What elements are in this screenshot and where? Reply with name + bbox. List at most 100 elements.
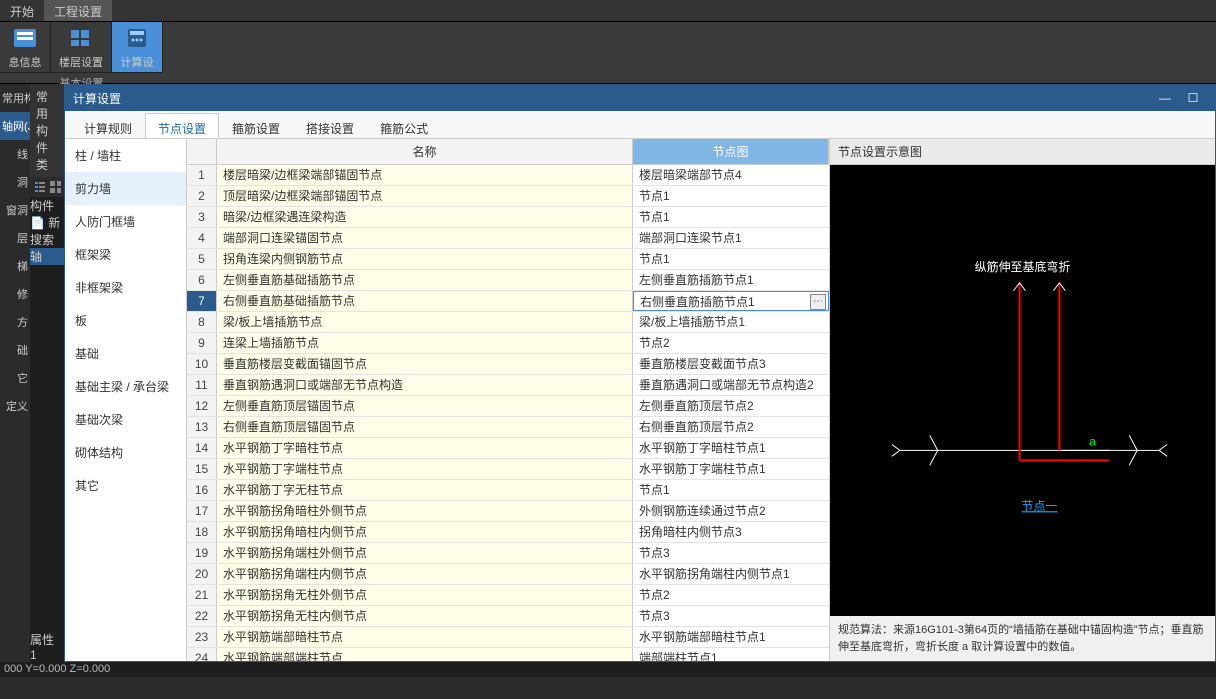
leftnav-item[interactable]: 础 bbox=[0, 336, 30, 364]
tab-calc-rules[interactable]: 计算规则 bbox=[71, 113, 145, 138]
table-row[interactable]: 1楼层暗梁/边框梁端部锚固节点楼层暗梁端部节点4 bbox=[187, 165, 829, 186]
cell-node[interactable]: 端部端柱节点1 bbox=[633, 648, 829, 661]
ribbon-tab-start[interactable]: 开始 bbox=[0, 0, 44, 21]
grid-icon[interactable] bbox=[49, 180, 61, 194]
list-icon[interactable] bbox=[33, 180, 45, 194]
category-item[interactable]: 剪力墙 bbox=[65, 172, 186, 205]
table-row[interactable]: 2顶层暗梁/边框梁端部锚固节点节点1 bbox=[187, 186, 829, 207]
category-item[interactable]: 非框架梁 bbox=[65, 271, 186, 304]
panel-new[interactable]: 📄 新 bbox=[30, 214, 64, 231]
category-item[interactable]: 其它 bbox=[65, 469, 186, 502]
table-row[interactable]: 3暗梁/边框梁遇连梁构造节点1 bbox=[187, 207, 829, 228]
table-row[interactable]: 23水平钢筋端部暗柱节点水平钢筋端部暗柱节点1 bbox=[187, 627, 829, 648]
cell-name: 水平钢筋拐角端柱外侧节点 bbox=[217, 543, 633, 563]
cell-node[interactable]: 梁/板上墙插筋节点1 bbox=[633, 312, 829, 332]
leftnav-item[interactable]: 修 bbox=[0, 280, 30, 308]
cell-node[interactable]: 节点1 bbox=[633, 249, 829, 269]
minimize-button[interactable]: — bbox=[1151, 91, 1179, 105]
table-row[interactable]: 17水平钢筋拐角暗柱外侧节点外侧钢筋连续通过节点2 bbox=[187, 501, 829, 522]
cell-node[interactable]: 右侧垂直筋顶层节点2 bbox=[633, 417, 829, 437]
panel-props[interactable]: 属性 bbox=[30, 631, 64, 648]
table-row[interactable]: 15水平钢筋丁字端柱节点水平钢筋丁字端柱节点1 bbox=[187, 459, 829, 480]
table-row[interactable]: 11垂直钢筋遇洞口或端部无节点构造垂直筋遇洞口或端部无节点构造2 bbox=[187, 375, 829, 396]
table-row[interactable]: 13右侧垂直筋顶层锚固节点右侧垂直筋顶层节点2 bbox=[187, 417, 829, 438]
panel-one[interactable]: 1 bbox=[30, 648, 64, 662]
cell-node[interactable]: 水平钢筋端部暗柱节点1 bbox=[633, 627, 829, 647]
table-row[interactable]: 10垂直筋楼层变截面锚固节点垂直筋楼层变截面节点3 bbox=[187, 354, 829, 375]
leftnav-item-selected[interactable]: 轴网(J) bbox=[0, 112, 30, 140]
leftnav-item[interactable]: 常用构件类型 bbox=[0, 84, 30, 112]
table-row[interactable]: 16水平钢筋丁字无柱节点节点1 bbox=[187, 480, 829, 501]
category-item[interactable]: 柱 / 墙柱 bbox=[65, 139, 186, 172]
category-item[interactable]: 基础次梁 bbox=[65, 403, 186, 436]
table-row[interactable]: 7右侧垂直筋基础插筋节点右侧垂直筋插筋节点1⋯ bbox=[187, 291, 829, 312]
table-row[interactable]: 6左侧垂直筋基础插筋节点左侧垂直筋插筋节点1 bbox=[187, 270, 829, 291]
cell-node[interactable]: 垂直筋遇洞口或端部无节点构造2 bbox=[633, 375, 829, 395]
panel-axis[interactable]: 轴 bbox=[30, 248, 64, 265]
cell-node[interactable]: 左侧垂直筋插筋节点1 bbox=[633, 270, 829, 290]
cell-node[interactable]: 外侧钢筋连续通过节点2 bbox=[633, 501, 829, 521]
category-item[interactable]: 板 bbox=[65, 304, 186, 337]
panel-members[interactable]: 构件 bbox=[30, 197, 64, 214]
table-row[interactable]: 12左侧垂直筋顶层锚固节点左侧垂直筋顶层节点2 bbox=[187, 396, 829, 417]
dialog-tabs: 计算规则 节点设置 箍筋设置 搭接设置 箍筋公式 bbox=[65, 111, 1215, 139]
tab-stirrup-settings[interactable]: 箍筋设置 bbox=[219, 113, 293, 138]
leftnav-item[interactable]: 层 bbox=[0, 224, 30, 252]
table-row[interactable]: 19水平钢筋拐角端柱外侧节点节点3 bbox=[187, 543, 829, 564]
table-row[interactable]: 9连梁上墙插筋节点节点2 bbox=[187, 333, 829, 354]
tab-stirrup-formula[interactable]: 箍筋公式 bbox=[367, 113, 441, 138]
preview-title: 节点设置示意图 bbox=[830, 139, 1215, 165]
leftnav-item[interactable]: 窗洞 bbox=[0, 196, 30, 224]
ribbon-btn-info[interactable]: 息信息 bbox=[0, 22, 51, 72]
table-row[interactable]: 22水平钢筋拐角无柱内侧节点节点3 bbox=[187, 606, 829, 627]
table-row[interactable]: 20水平钢筋拐角端柱内侧节点水平钢筋拐角端柱内侧节点1 bbox=[187, 564, 829, 585]
category-item[interactable]: 基础 bbox=[65, 337, 186, 370]
table-row[interactable]: 8梁/板上墙插筋节点梁/板上墙插筋节点1 bbox=[187, 312, 829, 333]
leftnav-item[interactable]: 它 bbox=[0, 364, 30, 392]
cell-node[interactable]: 节点2 bbox=[633, 333, 829, 353]
maximize-button[interactable]: ☐ bbox=[1179, 91, 1207, 105]
cell-node[interactable]: 拐角暗柱内侧节点3 bbox=[633, 522, 829, 542]
tab-node-settings[interactable]: 节点设置 bbox=[145, 113, 219, 138]
grid-body[interactable]: 1楼层暗梁/边框梁端部锚固节点楼层暗梁端部节点42顶层暗梁/边框梁端部锚固节点节… bbox=[187, 165, 829, 661]
calc-settings-dialog: 计算设置 — ☐ 计算规则 节点设置 箍筋设置 搭接设置 箍筋公式 柱 / 墙柱… bbox=[64, 84, 1216, 662]
cell-node[interactable]: 节点1 bbox=[633, 186, 829, 206]
category-item[interactable]: 砌体结构 bbox=[65, 436, 186, 469]
row-number: 7 bbox=[187, 291, 217, 311]
cell-node[interactable]: 节点2 bbox=[633, 585, 829, 605]
leftnav-item[interactable]: 方 bbox=[0, 308, 30, 336]
tab-lap-settings[interactable]: 搭接设置 bbox=[293, 113, 367, 138]
leftnav-item[interactable]: 定义 bbox=[0, 392, 30, 420]
cell-node[interactable]: 楼层暗梁端部节点4 bbox=[633, 165, 829, 185]
cell-node[interactable]: 节点3 bbox=[633, 543, 829, 563]
cell-node[interactable]: 节点1 bbox=[633, 480, 829, 500]
cell-node[interactable]: 水平钢筋丁字端柱节点1 bbox=[633, 459, 829, 479]
cell-node[interactable]: 节点3 bbox=[633, 606, 829, 626]
ribbon-btn-calc[interactable]: 计算设 bbox=[112, 22, 163, 72]
cell-node[interactable]: 水平钢筋拐角端柱内侧节点1 bbox=[633, 564, 829, 584]
table-row[interactable]: 21水平钢筋拐角无柱外侧节点节点2 bbox=[187, 585, 829, 606]
category-item[interactable]: 框架梁 bbox=[65, 238, 186, 271]
table-row[interactable]: 24水平钢筋端部端柱节点端部端柱节点1 bbox=[187, 648, 829, 661]
dropdown-icon[interactable]: ⋯ bbox=[810, 294, 826, 310]
category-item[interactable]: 基础主梁 / 承台梁 bbox=[65, 370, 186, 403]
leftnav-item[interactable]: 梯 bbox=[0, 252, 30, 280]
cell-node[interactable]: 右侧垂直筋插筋节点1⋯ bbox=[633, 291, 829, 311]
leftnav-item[interactable]: 线 bbox=[0, 140, 30, 168]
cell-node[interactable]: 端部洞口连梁节点1 bbox=[633, 228, 829, 248]
ribbon-tab-project[interactable]: 工程设置 bbox=[44, 0, 112, 21]
ribbon-btn-floor[interactable]: 楼层设置 bbox=[51, 22, 112, 72]
table-row[interactable]: 14水平钢筋丁字暗柱节点水平钢筋丁字暗柱节点1 bbox=[187, 438, 829, 459]
table-row[interactable]: 5拐角连梁内侧钢筋节点节点1 bbox=[187, 249, 829, 270]
row-number: 4 bbox=[187, 228, 217, 248]
cell-node[interactable]: 垂直筋楼层变截面节点3 bbox=[633, 354, 829, 374]
cell-node[interactable]: 节点1 bbox=[633, 207, 829, 227]
cell-node[interactable]: 左侧垂直筋顶层节点2 bbox=[633, 396, 829, 416]
panel-search[interactable]: 搜索 bbox=[30, 231, 64, 248]
table-row[interactable]: 4端部洞口连梁锚固节点端部洞口连梁节点1 bbox=[187, 228, 829, 249]
settings-grid: 名称 节点图 1楼层暗梁/边框梁端部锚固节点楼层暗梁端部节点42顶层暗梁/边框梁… bbox=[187, 139, 829, 661]
category-item[interactable]: 人防门框墙 bbox=[65, 205, 186, 238]
cell-node[interactable]: 水平钢筋丁字暗柱节点1 bbox=[633, 438, 829, 458]
leftnav-item[interactable]: 洞 bbox=[0, 168, 30, 196]
table-row[interactable]: 18水平钢筋拐角暗柱内侧节点拐角暗柱内侧节点3 bbox=[187, 522, 829, 543]
